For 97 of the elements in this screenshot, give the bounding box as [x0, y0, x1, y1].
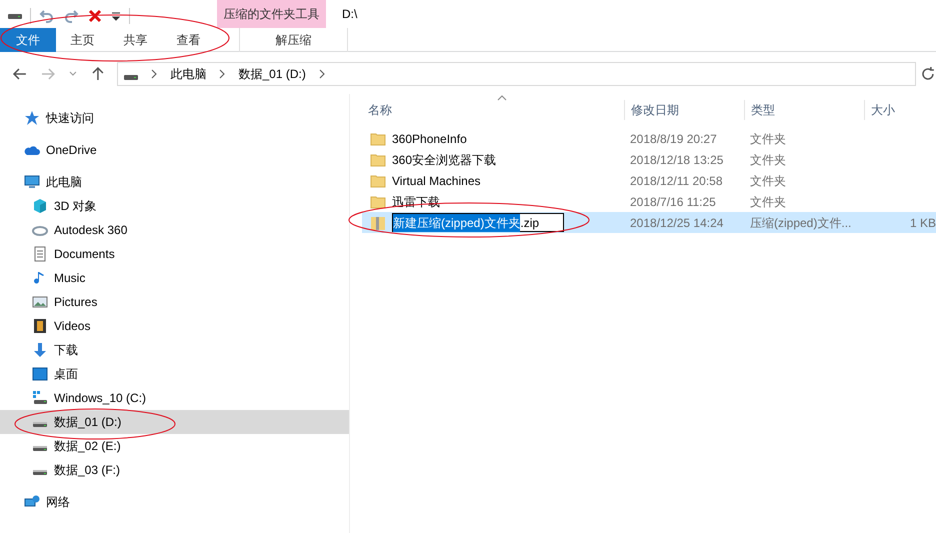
folder-icon — [370, 152, 386, 168]
nav-label: Pictures — [54, 294, 98, 311]
nav-item[interactable]: Videos — [0, 314, 349, 338]
column-header[interactable]: 类型 — [744, 100, 864, 120]
file-row[interactable]: 360PhoneInfo 2018/8/19 20:27 文件夹 — [362, 128, 936, 149]
picture-icon — [32, 294, 48, 310]
column-header[interactable]: 修改日期 — [624, 100, 744, 120]
date-cell-text: 2018/12/18 13:25 — [629, 152, 724, 168]
document-icon — [32, 246, 48, 262]
nav-label: Autodesk 360 — [54, 222, 128, 239]
file-name: Virtual Machines — [392, 172, 480, 190]
date-cell-text: 2018/12/11 20:58 — [629, 172, 724, 190]
ribbon-tab[interactable]: 查看 — [162, 28, 215, 52]
type-cell-text: 文件夹 — [749, 194, 787, 210]
window-title: D:\ — [342, 6, 358, 23]
nav-item[interactable]: 桌面 — [0, 362, 349, 386]
rename-field[interactable]: 新建压缩(zipped)文件夹.zip — [392, 213, 564, 232]
down-arrow-icon — [32, 342, 48, 358]
nav-item[interactable]: 快速访问 — [0, 106, 349, 130]
nav-item[interactable]: 网络 — [0, 490, 349, 514]
breadcrumb-segment[interactable]: 此电脑 — [170, 65, 206, 83]
selected-text: 新建压缩(zipped)文件夹 — [393, 214, 520, 232]
redo-icon[interactable] — [63, 8, 79, 24]
file-name: 360PhoneInfo — [392, 130, 467, 148]
nav-item[interactable]: Pictures — [0, 290, 349, 314]
file-name: 360安全浏览器下载 — [392, 152, 496, 168]
contextual-tab-header: 压缩的文件夹工具 — [217, 0, 326, 28]
ribbon-tab[interactable]: 解压缩 — [239, 28, 348, 52]
nav-label: Documents — [54, 246, 115, 263]
nav-item[interactable]: Music — [0, 266, 349, 290]
date-cell-text: 2018/12/25 14:24 — [629, 214, 724, 232]
column-header[interactable]: 大小 — [864, 100, 936, 120]
nav-item[interactable]: Documents — [0, 242, 349, 266]
chevron-right-icon[interactable] — [218, 69, 226, 79]
nav-label: 数据_01 (D:) — [54, 414, 122, 431]
nav-label: 数据_03 (F:) — [54, 462, 120, 479]
nav-item[interactable]: 下载 — [0, 338, 349, 362]
nav-label: 3D 对象 — [54, 198, 97, 215]
nav-item[interactable]: 数据_03 (F:) — [0, 458, 349, 482]
system-drive-icon — [32, 390, 48, 406]
star-icon — [24, 110, 40, 126]
nav-label: Music — [54, 270, 86, 287]
file-extension-text: .zip — [520, 214, 540, 232]
type-cell-text: 文件夹 — [749, 172, 787, 190]
size-cell-text: 1 KB — [908, 214, 936, 232]
nav-item[interactable]: Autodesk 360 — [0, 218, 349, 242]
nav-label: 数据_02 (E:) — [54, 438, 121, 455]
desktop-icon — [32, 366, 48, 382]
nav-label: 下载 — [54, 342, 78, 359]
file-row[interactable]: 新建压缩(zipped)文件夹.zip 2018/12/25 14:24 压缩(zipped)文件... 1 KB — [362, 212, 936, 233]
address-field[interactable]: 此电脑 数据_01 (D:) — [117, 62, 916, 86]
folder-icon — [370, 130, 386, 146]
nav-label: Videos — [54, 318, 90, 335]
drive-icon — [8, 14, 22, 18]
monitor-icon — [24, 174, 40, 190]
delete-icon[interactable] — [87, 8, 103, 24]
zip-folder-icon — [370, 214, 386, 230]
nav-label: 此电脑 — [46, 174, 82, 191]
film-icon — [32, 318, 48, 334]
folder-icon — [370, 172, 386, 188]
ribbon-tab[interactable]: 主页 — [56, 28, 109, 52]
drive-icon — [124, 74, 138, 80]
up-arrow-icon[interactable] — [90, 66, 106, 82]
date-cell-text: 2018/8/19 20:27 — [629, 130, 718, 148]
column-header[interactable]: 名称 — [362, 100, 624, 120]
dropdown-icon[interactable] — [111, 10, 121, 22]
file-row[interactable]: Virtual Machines 2018/12/11 20:58 文件夹 — [362, 170, 936, 191]
type-cell-text: 文件夹 — [749, 130, 787, 148]
undo-icon[interactable] — [39, 8, 55, 24]
nav-item[interactable]: 此电脑 — [0, 170, 349, 194]
date-cell-text: 2018/7/16 11:25 — [629, 194, 717, 210]
nav-item[interactable]: Windows_10 (C:) — [0, 386, 349, 410]
drive-icon — [33, 422, 47, 426]
type-cell-text: 压缩(zipped)文件... — [749, 214, 852, 232]
nav-item[interactable]: 数据_01 (D:) — [0, 410, 349, 434]
refresh-icon[interactable] — [920, 66, 936, 82]
nav-item[interactable]: 3D 对象 — [0, 194, 349, 218]
nav-label: Windows_10 (C:) — [54, 390, 146, 407]
nav-label: OneDrive — [46, 142, 97, 159]
nav-label: 快速访问 — [46, 110, 94, 127]
nav-item[interactable]: OneDrive — [0, 138, 349, 162]
back-arrow-icon[interactable] — [12, 66, 28, 82]
nav-label: 桌面 — [54, 366, 78, 383]
chevron-right-icon[interactable] — [318, 69, 326, 79]
chevron-right-icon[interactable] — [150, 69, 158, 79]
drive-icon — [33, 470, 47, 474]
drive-icon — [33, 446, 47, 450]
ribbon-tab[interactable]: 文件 — [0, 28, 56, 52]
breadcrumb-segment[interactable]: 数据_01 (D:) — [238, 65, 306, 83]
file-row[interactable]: 360安全浏览器下载 2018/12/18 13:25 文件夹 — [362, 149, 936, 170]
ribbon-tab[interactable]: 共享 — [109, 28, 162, 52]
folder-icon — [370, 194, 386, 210]
nav-item[interactable]: 数据_02 (E:) — [0, 434, 349, 458]
sort-chevron-icon — [496, 94, 508, 102]
nav-label: 网络 — [46, 494, 70, 511]
type-cell-text: 文件夹 — [749, 152, 787, 168]
cube-icon — [32, 198, 48, 214]
